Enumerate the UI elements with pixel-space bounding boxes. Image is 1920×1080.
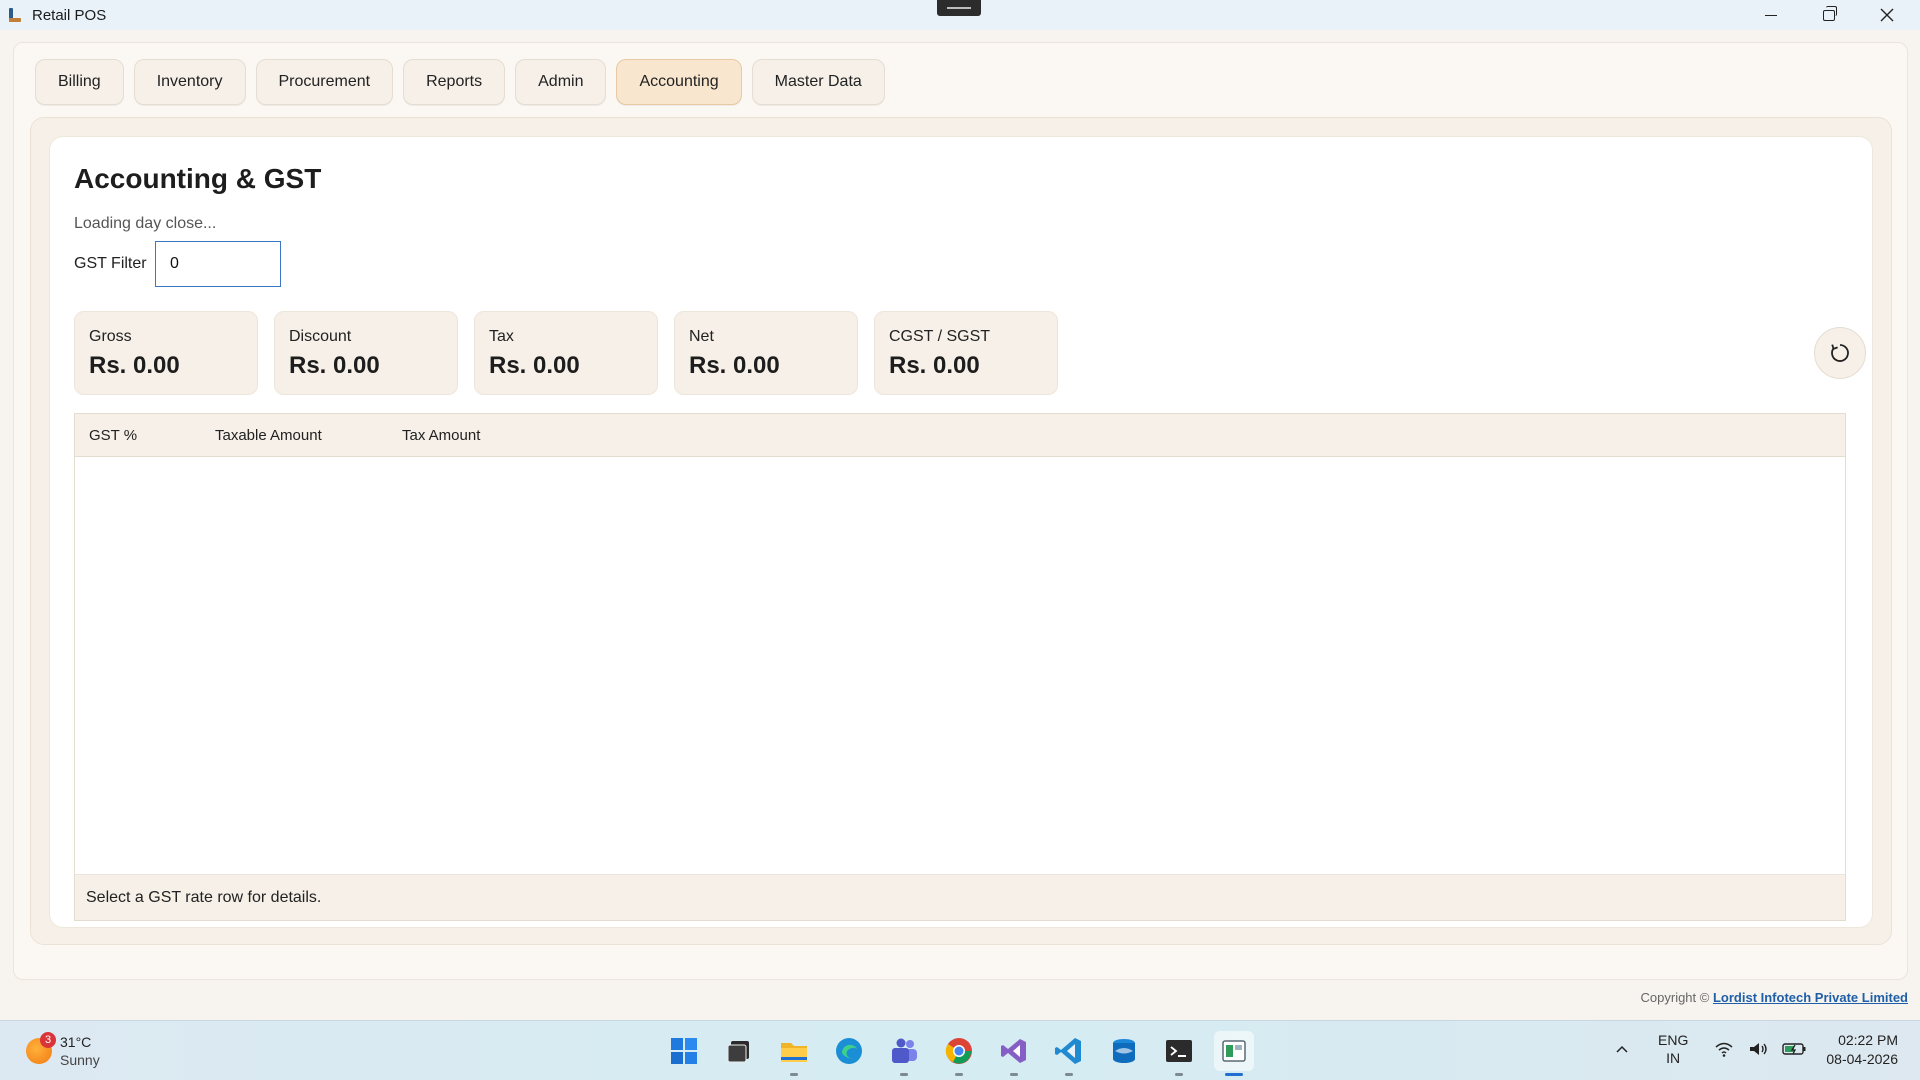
refresh-button[interactable] (1814, 327, 1866, 379)
region-code: IN (1666, 1050, 1681, 1066)
card-label: Gross (89, 328, 132, 345)
status-text: Loading day close... (74, 215, 217, 232)
weather-condition: Sunny (60, 1052, 100, 1068)
minimize-button[interactable] (1742, 0, 1800, 30)
sun-icon: 3 (26, 1032, 56, 1064)
card-label: Tax (489, 328, 514, 345)
teams-icon[interactable] (884, 1031, 924, 1076)
summary-cards: Gross Rs. 0.00 Discount Rs. 0.00 Tax Rs.… (74, 311, 1058, 395)
weather-widget[interactable]: 3 31°C Sunny (26, 1032, 100, 1069)
terminal-icon[interactable] (1159, 1031, 1199, 1076)
wifi-icon[interactable] (1714, 1040, 1734, 1058)
card-value: Rs. 0.00 (89, 352, 180, 379)
card-value: Rs. 0.00 (489, 352, 580, 379)
running-indicator (900, 1073, 908, 1076)
windows-start-icon[interactable] (664, 1031, 704, 1071)
language-code: ENG (1658, 1032, 1689, 1048)
tab-content-panel: Accounting & GST Loading day close... GS… (30, 117, 1892, 945)
card-value: Rs. 0.00 (689, 352, 780, 379)
refresh-icon (1831, 344, 1849, 362)
card-label: Discount (289, 328, 352, 345)
volume-icon[interactable] (1748, 1040, 1768, 1058)
close-icon (1880, 8, 1894, 22)
battery-charging-icon[interactable] (1782, 1041, 1808, 1057)
tab-inventory[interactable]: Inventory (133, 59, 246, 105)
page-title: Accounting & GST (74, 163, 322, 194)
tab-reports[interactable]: Reports (403, 59, 506, 105)
taskbar: 3 31°C Sunny ENG IN 02:22 PM 08-04-2026 (0, 1020, 1920, 1080)
accounting-panel: Accounting & GST Loading day close... GS… (49, 136, 1873, 928)
restore-button[interactable] (1800, 0, 1858, 30)
system-clock[interactable]: 02:22 PM 08-04-2026 (1826, 1031, 1898, 1069)
taskbar-apps (664, 1031, 1254, 1076)
system-tray: ENG IN (1614, 1031, 1808, 1067)
tab-procurement[interactable]: Procurement (255, 59, 394, 105)
close-button[interactable] (1858, 0, 1916, 30)
retail-pos-icon[interactable] (1214, 1031, 1254, 1076)
column-header-tax-amount[interactable]: Tax Amount (402, 427, 480, 444)
card-label: CGST / SGST (889, 328, 991, 345)
card-value: Rs. 0.00 (289, 352, 380, 379)
minimize-icon (1765, 14, 1777, 16)
tax-card: Tax Rs. 0.00 (474, 311, 658, 395)
azure-data-studio-icon[interactable] (1104, 1031, 1144, 1071)
language-indicator[interactable]: ENG IN (1658, 1031, 1688, 1067)
module-tabs: Billing Inventory Procurement Reports Ad… (35, 59, 885, 105)
card-value: Rs. 0.00 (889, 352, 980, 379)
tab-accounting[interactable]: Accounting (616, 59, 742, 105)
weather-temp: 31°C (60, 1034, 92, 1050)
running-indicator (1065, 1073, 1073, 1076)
running-indicator (1175, 1073, 1183, 1076)
cgst-sgst-card: CGST / SGST Rs. 0.00 (874, 311, 1058, 395)
card-label: Net (689, 328, 714, 345)
chevron-up-icon[interactable] (1614, 1041, 1630, 1057)
notification-badge: 3 (40, 1032, 56, 1048)
company-link[interactable]: Lordist Infotech Private Limited (1713, 990, 1908, 1005)
app-logo-icon (6, 6, 24, 24)
weather-text: 31°C Sunny (60, 1033, 100, 1069)
window-title: Retail POS (32, 6, 107, 24)
column-header-gst-percent[interactable]: GST % (89, 427, 137, 444)
gst-rate-table[interactable]: GST % Taxable Amount Tax Amount Select a… (74, 413, 1846, 921)
visual-studio-icon[interactable] (994, 1031, 1034, 1076)
main-window: Billing Inventory Procurement Reports Ad… (13, 42, 1908, 980)
running-indicator (790, 1073, 798, 1076)
running-indicator (1010, 1073, 1018, 1076)
discount-card: Discount Rs. 0.00 (274, 311, 458, 395)
tab-billing[interactable]: Billing (35, 59, 124, 105)
running-indicator (955, 1073, 963, 1076)
tab-master-data[interactable]: Master Data (751, 59, 885, 105)
clock-time: 02:22 PM (1838, 1032, 1898, 1048)
task-view-icon[interactable] (719, 1031, 759, 1071)
restore-icon (1823, 5, 1837, 21)
edge-icon[interactable] (829, 1031, 869, 1071)
chrome-icon[interactable] (939, 1031, 979, 1076)
clock-date: 08-04-2026 (1826, 1051, 1898, 1067)
file-explorer-icon[interactable] (774, 1031, 814, 1076)
gst-filter-input[interactable] (155, 241, 281, 287)
tab-admin[interactable]: Admin (515, 59, 607, 105)
column-header-taxable-amount[interactable]: Taxable Amount (215, 427, 322, 444)
net-card: Net Rs. 0.00 (674, 311, 858, 395)
table-header: GST % Taxable Amount Tax Amount (75, 414, 1845, 457)
copyright: Copyright © Lordist Infotech Private Lim… (1641, 990, 1908, 1005)
gross-card: Gross Rs. 0.00 (74, 311, 258, 395)
vscode-icon[interactable] (1049, 1031, 1089, 1076)
snap-grip-handle[interactable] (937, 0, 981, 16)
gst-filter-label: GST Filter (74, 255, 147, 272)
details-hint: Select a GST rate row for details. (75, 874, 1845, 920)
active-indicator (1225, 1073, 1243, 1076)
title-bar: Retail POS (0, 0, 1920, 30)
copyright-prefix: Copyright © (1640, 990, 1710, 1005)
